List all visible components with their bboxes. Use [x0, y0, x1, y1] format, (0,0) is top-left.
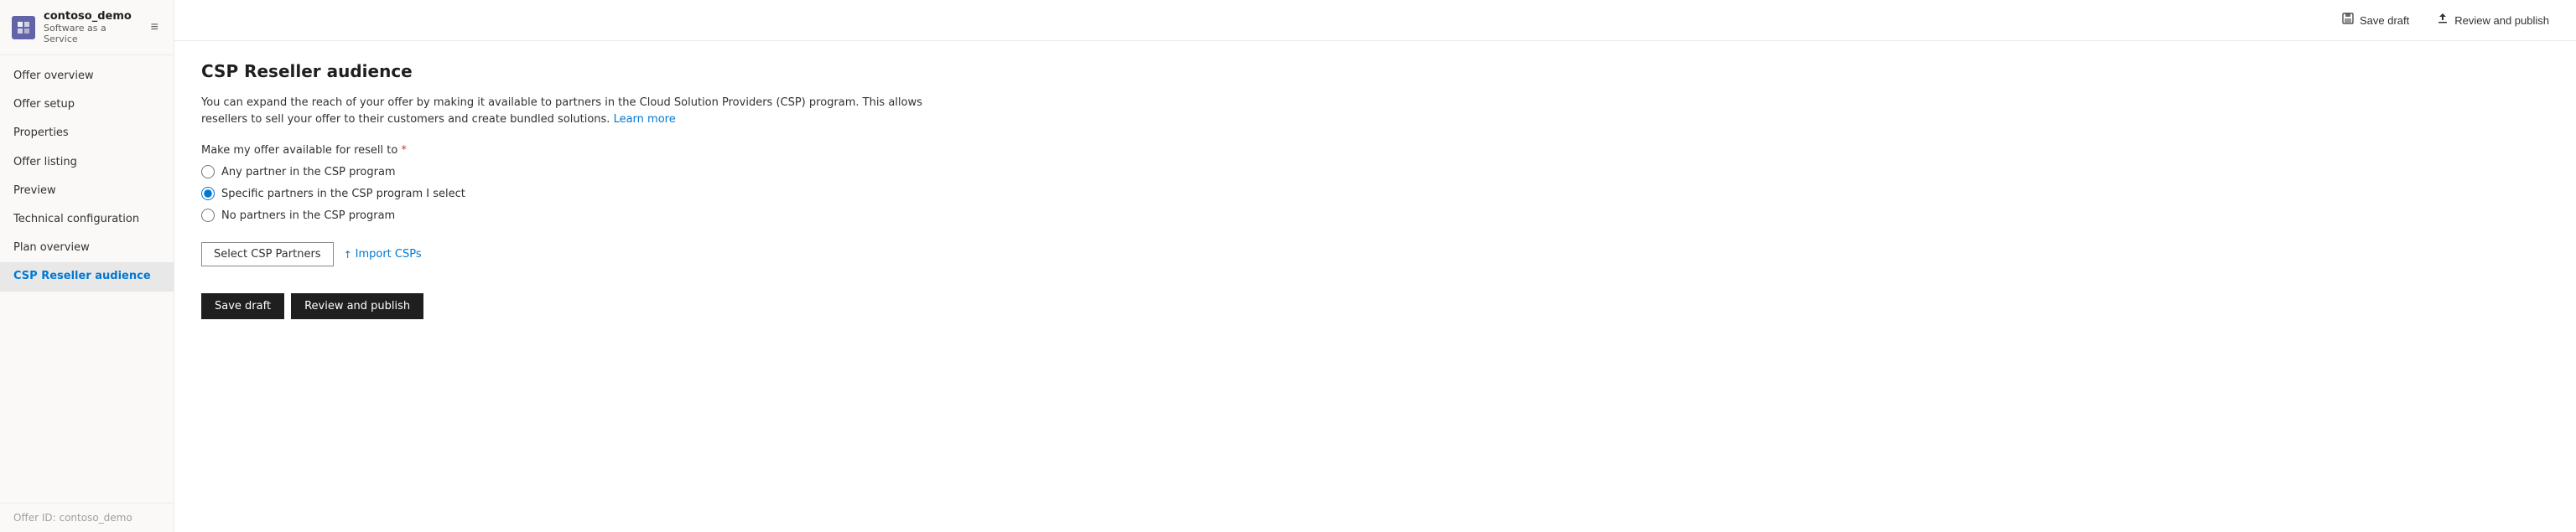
sidebar-footer: Offer ID: contoso_demo	[0, 503, 174, 532]
sidebar-item-csp-reseller-audience[interactable]: CSP Reseller audience	[0, 262, 174, 291]
sidebar-item-offer-overview[interactable]: Offer overview	[0, 62, 174, 90]
required-indicator: *	[397, 144, 407, 157]
radio-option-no-partners[interactable]: No partners in the CSP program	[201, 209, 2549, 222]
save-draft-topbar-button[interactable]: Save draft	[2334, 8, 2416, 32]
save-icon	[2341, 12, 2355, 28]
publish-icon	[2436, 12, 2449, 28]
import-arrow-icon: ↑	[344, 249, 352, 261]
page-content: CSP Reseller audience You can expand the…	[174, 41, 2576, 532]
sidebar-item-plan-overview[interactable]: Plan overview	[0, 234, 174, 262]
page-description: You can expand the reach of your offer b…	[201, 95, 956, 127]
sidebar-item-offer-listing[interactable]: Offer listing	[0, 148, 174, 177]
bottom-actions: Save draft Review and publish	[201, 293, 2549, 319]
sidebar-header: contoso_demo Software as a Service ≡	[0, 0, 174, 55]
company-logo	[12, 16, 35, 39]
radio-any-partner[interactable]	[201, 165, 215, 178]
company-subtitle: Software as a Service	[44, 23, 139, 44]
select-csp-partners-button[interactable]: Select CSP Partners	[201, 242, 334, 266]
page-title: CSP Reseller audience	[201, 61, 2549, 81]
main-area: Save draft Review and publish CSP Resell…	[174, 0, 2576, 532]
sidebar: contoso_demo Software as a Service ≡ Off…	[0, 0, 174, 532]
csp-action-row: Select CSP Partners ↑ Import CSPs	[201, 242, 2549, 266]
sidebar-item-technical-configuration[interactable]: Technical configuration	[0, 205, 174, 234]
sidebar-item-properties[interactable]: Properties	[0, 119, 174, 147]
import-csps-button[interactable]: ↑ Import CSPs	[344, 248, 422, 261]
description-text: You can expand the reach of your offer b…	[201, 96, 922, 126]
import-csps-label: Import CSPs	[356, 248, 422, 261]
radio-specific-partners-label[interactable]: Specific partners in the CSP program I s…	[221, 188, 465, 200]
learn-more-link[interactable]: Learn more	[614, 113, 676, 126]
radio-group-resell: Any partner in the CSP program Specific …	[201, 165, 2549, 222]
radio-any-partner-label[interactable]: Any partner in the CSP program	[221, 166, 396, 178]
field-label: Make my offer available for resell to *	[201, 144, 2549, 157]
company-name: contoso_demo	[44, 10, 139, 23]
sidebar-item-offer-setup[interactable]: Offer setup	[0, 90, 174, 119]
radio-no-partners[interactable]	[201, 209, 215, 222]
sidebar-item-preview[interactable]: Preview	[0, 177, 174, 205]
radio-specific-partners[interactable]	[201, 187, 215, 200]
sidebar-collapse-button[interactable]: ≡	[148, 18, 162, 37]
save-draft-topbar-label: Save draft	[2360, 14, 2409, 27]
field-label-text: Make my offer available for resell to	[201, 144, 397, 157]
topbar: Save draft Review and publish	[174, 0, 2576, 41]
company-info: contoso_demo Software as a Service	[44, 10, 139, 44]
radio-option-any-partner[interactable]: Any partner in the CSP program	[201, 165, 2549, 178]
radio-no-partners-label[interactable]: No partners in the CSP program	[221, 209, 395, 222]
radio-option-specific-partners[interactable]: Specific partners in the CSP program I s…	[201, 187, 2549, 200]
review-publish-topbar-label: Review and publish	[2454, 14, 2549, 27]
review-publish-topbar-button[interactable]: Review and publish	[2429, 8, 2556, 32]
offer-id-text: Offer ID: contoso_demo	[13, 512, 132, 524]
sidebar-nav: Offer overview Offer setup Properties Of…	[0, 55, 174, 503]
save-draft-button[interactable]: Save draft	[201, 293, 284, 319]
review-publish-button[interactable]: Review and publish	[291, 293, 423, 319]
